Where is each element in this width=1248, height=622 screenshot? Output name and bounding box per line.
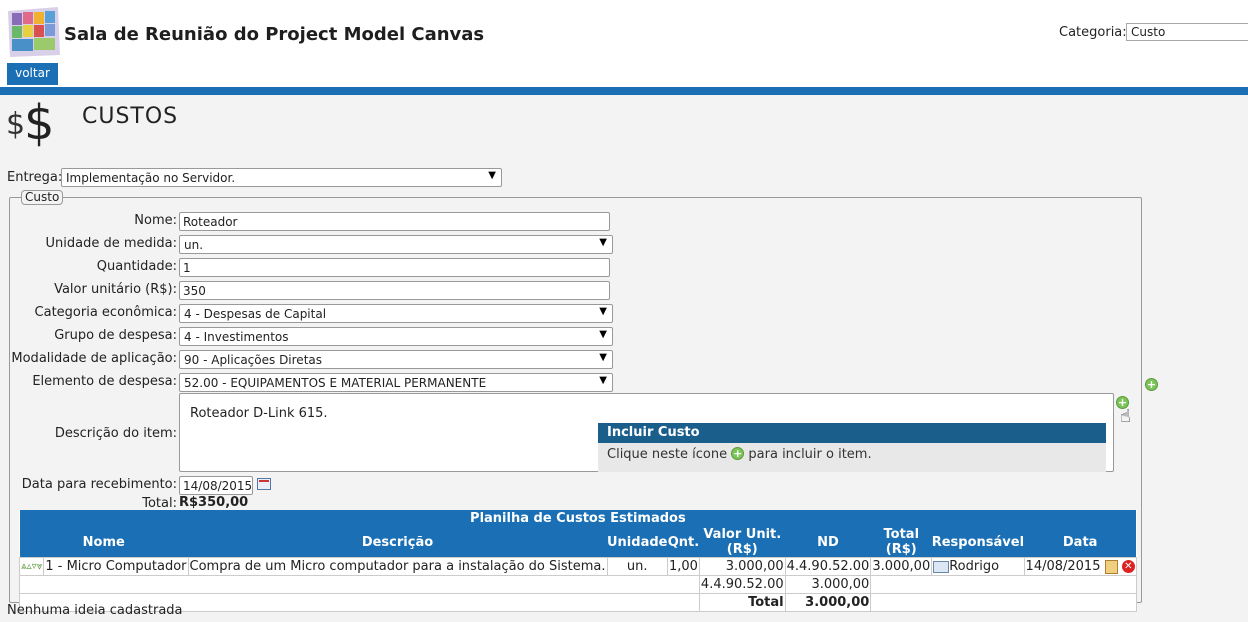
- tooltip-text-before: Clique neste ícone: [607, 447, 728, 462]
- row-order-controls[interactable]: ⩓▵▿⩔: [18, 557, 45, 576]
- unidade-select[interactable]: un. ▼: [179, 235, 613, 254]
- back-button[interactable]: voltar: [7, 63, 58, 85]
- categoria-label: Categoria econômica:: [34, 305, 177, 320]
- col-total: Total (R$): [870, 527, 932, 558]
- header-divider: [0, 87, 1248, 95]
- summary-value: 3.000,00: [784, 575, 872, 594]
- col-unidade: Unidade: [607, 527, 668, 558]
- entrega-value: Implementação no Servidor.: [66, 171, 236, 185]
- hand-cursor-icon: ☝: [1120, 406, 1131, 427]
- tooltip-title: Incluir Custo: [598, 423, 1106, 443]
- categoria-select[interactable]: 4 - Despesas de Capital ▼: [179, 304, 613, 323]
- table-row: ⩓▵▿⩔ 1 - Micro Computador Compra de um M…: [18, 557, 1137, 576]
- data-label: Data para recebimento:: [21, 477, 177, 492]
- add-icon[interactable]: +: [1145, 378, 1158, 391]
- ideas-empty-message: Nenhuma ideia cadastrada: [7, 603, 183, 618]
- categoria-value: 4 - Despesas de Capital: [184, 307, 327, 321]
- cell-total: 3.000,00: [870, 557, 933, 576]
- move-bottom-icon[interactable]: ⩔: [37, 561, 43, 572]
- col-descricao: Descrição: [188, 527, 607, 558]
- grupo-label: Grupo de despesa:: [54, 328, 177, 343]
- chevron-down-icon: ▼: [599, 237, 607, 248]
- unidade-label: Unidade de medida:: [45, 236, 177, 251]
- cell-qnt: 1,00: [666, 557, 700, 576]
- cell-unidade: un.: [606, 557, 668, 576]
- col-nd: ND: [785, 527, 871, 558]
- table-total-row: Total 3.000,00: [19, 593, 1137, 612]
- quantidade-label: Quantidade:: [96, 259, 177, 274]
- header: Sala de Reunião do Project Model Canvas …: [0, 0, 1248, 87]
- edit-icon[interactable]: [1104, 559, 1118, 574]
- table-total-label: Total: [698, 593, 786, 612]
- tooltip-body: Clique neste ícone + para incluir o item…: [598, 443, 1106, 466]
- col-valor-unit: Valor Unit.(R$): [699, 527, 786, 558]
- total-label: Total:: [142, 496, 177, 511]
- col-data: Data: [1024, 527, 1137, 558]
- table-caption: Planilha de Custos Estimados: [19, 510, 1137, 527]
- form-legend: Custo: [21, 190, 64, 205]
- email-icon[interactable]: [933, 560, 950, 573]
- category-select[interactable]: Custo: [1126, 23, 1248, 41]
- page-title: CUSTOS: [82, 104, 179, 129]
- delete-icon[interactable]: ✕: [1121, 560, 1135, 573]
- cell-descricao: Compra de um Micro computador para a ins…: [187, 557, 608, 576]
- valor-label: Valor unitário (R$):: [54, 282, 177, 297]
- chevron-down-icon: ▼: [488, 170, 496, 181]
- col-qnt: Qnt.: [667, 527, 700, 558]
- entrega-label: Entrega:: [7, 170, 63, 185]
- descricao-label: Descrição do item:: [54, 426, 177, 441]
- elemento-label: Elemento de despesa:: [32, 374, 177, 389]
- quantidade-input[interactable]: 1: [179, 258, 610, 277]
- cost-table: Planilha de Custos Estimados Nome Descri…: [18, 510, 1137, 612]
- chevron-down-icon: ▼: [599, 352, 607, 363]
- table-summary-row: 4.4.90.52.00 3.000,00: [19, 575, 1137, 594]
- elemento-value: 52.00 - EQUIPAMENTOS E MATERIAL PERMANEN…: [184, 376, 487, 390]
- app-title: Sala de Reunião do Project Model Canvas: [64, 24, 485, 45]
- cell-data: 14/08/2015 ✕: [1023, 557, 1137, 576]
- nome-input[interactable]: Roteador: [179, 212, 610, 231]
- col-responsavel: Responsável: [931, 527, 1025, 558]
- unidade-value: un.: [184, 238, 204, 252]
- table-total-value: 3.000,00: [784, 593, 872, 612]
- entrega-select[interactable]: Implementação no Servidor. ▼: [61, 168, 502, 187]
- valor-input[interactable]: 350: [179, 281, 610, 300]
- chevron-down-icon: ▼: [599, 375, 607, 386]
- modalidade-value: 90 - Aplicações Diretas: [184, 353, 322, 367]
- category-label: Categoria:: [1059, 25, 1127, 40]
- data-value: 14/08/2015: [1025, 559, 1101, 574]
- responsavel-name: Rodrigo: [949, 559, 1000, 574]
- main-content: $ $ CUSTOS Entrega: Implementação no Serv…: [6, 95, 1158, 618]
- cell-responsavel: Rodrigo: [931, 557, 1025, 576]
- data-input[interactable]: 14/08/2015: [179, 476, 253, 495]
- elemento-select[interactable]: 52.00 - EQUIPAMENTOS E MATERIAL PERMANEN…: [179, 373, 613, 392]
- table-header-row: Nome Descrição Unidade Qnt. Valor Unit.(…: [19, 527, 1137, 558]
- grupo-select[interactable]: 4 - Investimentos ▼: [179, 327, 613, 346]
- total-value: R$350,00: [179, 495, 249, 510]
- add-icon: +: [731, 447, 745, 460]
- modalidade-label: Modalidade de aplicação:: [11, 351, 177, 366]
- cell-nd: 4.4.90.52.00: [784, 557, 872, 576]
- tooltip-text-after: para incluir o item.: [748, 447, 872, 462]
- chevron-down-icon: ▼: [599, 329, 607, 340]
- canvas-logo-icon: [8, 7, 60, 57]
- nome-label: Nome:: [134, 213, 177, 228]
- grupo-value: 4 - Investimentos: [184, 330, 289, 344]
- cell-valor-unit: 3.000,00: [698, 557, 786, 576]
- calendar-icon[interactable]: [257, 478, 271, 490]
- cell-nome: 1 - Micro Computador: [43, 557, 189, 576]
- chevron-down-icon: ▼: [599, 306, 607, 317]
- add-cost-tooltip: Incluir Custo Clique neste ícone + para …: [598, 423, 1106, 472]
- summary-nd: 4.4.90.52.00: [698, 575, 786, 594]
- col-nome: Nome: [19, 527, 188, 558]
- modalidade-select[interactable]: 90 - Aplicações Diretas ▼: [179, 350, 613, 369]
